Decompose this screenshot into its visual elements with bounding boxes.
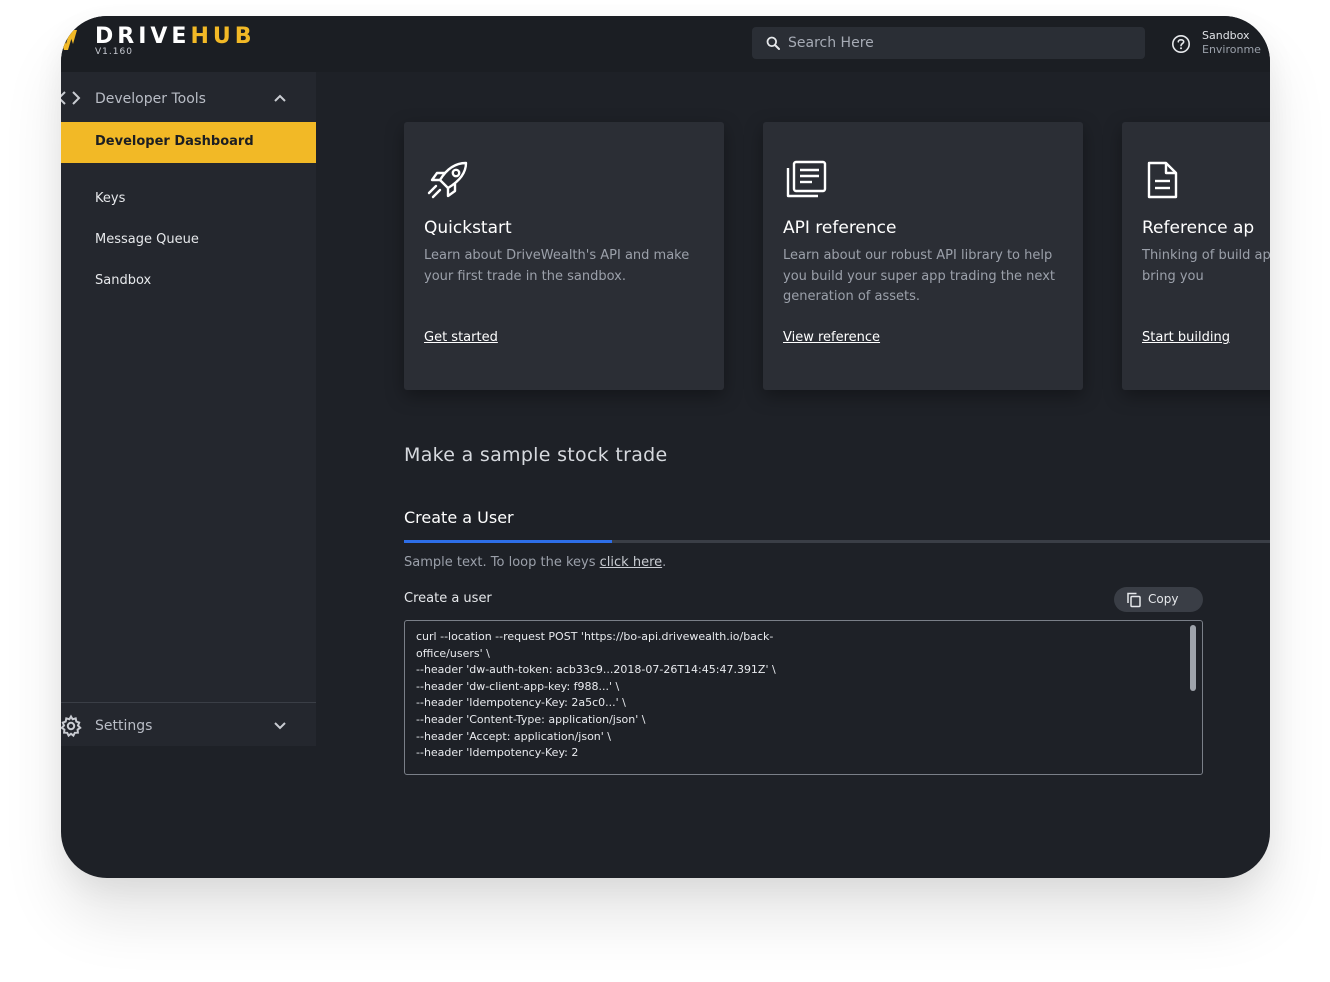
sidebar-section-label: Developer Tools	[95, 91, 206, 107]
copy-icon	[1127, 592, 1141, 608]
card-title: Quickstart	[424, 218, 512, 238]
api-reference-card: API reference Learn about our robust API…	[763, 122, 1083, 390]
get-started-link[interactable]: Get started	[424, 330, 498, 345]
section-title: Make a sample stock trade	[404, 444, 668, 466]
copy-button[interactable]: Copy	[1114, 587, 1203, 612]
rocket-icon	[427, 161, 468, 199]
environment-title: Sandbox	[1202, 29, 1250, 42]
search-icon	[766, 36, 780, 50]
app-window: DRIVEHUB V1.160 Sandbox Environme Devel	[61, 16, 1270, 878]
sidebar-item-sandbox[interactable]: Sandbox	[95, 273, 151, 288]
code-line: --header 'Idempotency-Key: 2a5c0...' \	[416, 696, 626, 710]
step-title: Create a User	[404, 508, 514, 527]
card-description: Thinking of build app? Start with o SDK …	[1142, 248, 1270, 284]
document-list-icon	[786, 160, 827, 198]
code-line: --header 'Accept: application/json' \	[416, 729, 612, 743]
chevron-down-icon[interactable]	[273, 721, 287, 731]
environment-subtitle: Environme	[1202, 43, 1261, 56]
step-progress-fill	[404, 540, 612, 543]
sidebar-item-developer-dashboard[interactable]: Developer Dashboard	[61, 122, 316, 163]
copy-label: Copy	[1148, 592, 1179, 606]
code-line: --header 'dw-client-app-key: f988...' \	[416, 679, 620, 693]
sidebar-item-keys[interactable]: Keys	[95, 191, 125, 206]
app-version: V1.160	[95, 47, 133, 57]
sidebar-divider	[61, 702, 316, 703]
code-line: curl --location --request POST 'https://…	[416, 630, 774, 643]
code-line: --header 'dw-auth-token: acb33c9...2018-…	[416, 663, 776, 677]
sidebar: Developer Tools Developer Dashboard Keys…	[61, 72, 316, 746]
start-building-link[interactable]: Start building	[1142, 330, 1230, 345]
sidebar-item-message-queue[interactable]: Message Queue	[95, 232, 199, 247]
code-block[interactable]: curl --location --request POST 'https://…	[404, 620, 1203, 775]
card-description: Learn about our robust API library to he…	[783, 248, 1055, 305]
code-icon	[61, 91, 81, 105]
card-description: Learn about DriveWealth's API and make y…	[424, 248, 690, 284]
sample-text: Sample text. To loop the keys click here…	[404, 555, 667, 570]
reference-app-card: Reference ap Thinking of build app? Star…	[1122, 122, 1270, 390]
chevron-up-icon[interactable]	[273, 93, 287, 103]
environment-switcher[interactable]: Sandbox Environme	[1202, 29, 1261, 57]
sidebar-item-label: Developer Dashboard	[95, 134, 254, 149]
quickstart-card: Quickstart Learn about DriveWealth's API…	[404, 122, 724, 390]
gear-icon	[61, 714, 82, 738]
code-scrollbar[interactable]	[1190, 625, 1196, 691]
code-line: --header 'Idempotency-Key: 2	[416, 746, 579, 760]
view-reference-link[interactable]: View reference	[783, 330, 880, 345]
search-input[interactable]	[788, 27, 1128, 59]
code-label: Create a user	[404, 591, 492, 606]
step-progress-track	[404, 540, 1270, 543]
brand-name: DRIVEHUB	[95, 24, 256, 49]
drivewealth-logo-icon	[61, 30, 77, 50]
code-line: --header 'Content-Type: application/json…	[416, 712, 646, 726]
click-here-link[interactable]: click here	[600, 555, 662, 570]
top-bar: DRIVEHUB V1.160 Sandbox Environme	[61, 16, 1270, 72]
code-line: office/users' \	[416, 646, 490, 660]
sidebar-footer-label: Settings	[95, 718, 153, 734]
sidebar-section-developer-tools[interactable]: Developer Tools	[61, 84, 316, 114]
file-icon	[1147, 161, 1178, 199]
help-icon[interactable]	[1171, 34, 1191, 54]
search-bar[interactable]	[752, 27, 1145, 59]
sidebar-section-settings[interactable]: Settings	[61, 706, 316, 746]
code-lines: curl --location --request POST 'https://…	[416, 629, 1176, 762]
card-title: API reference	[783, 218, 897, 238]
card-title: Reference ap	[1142, 218, 1255, 238]
